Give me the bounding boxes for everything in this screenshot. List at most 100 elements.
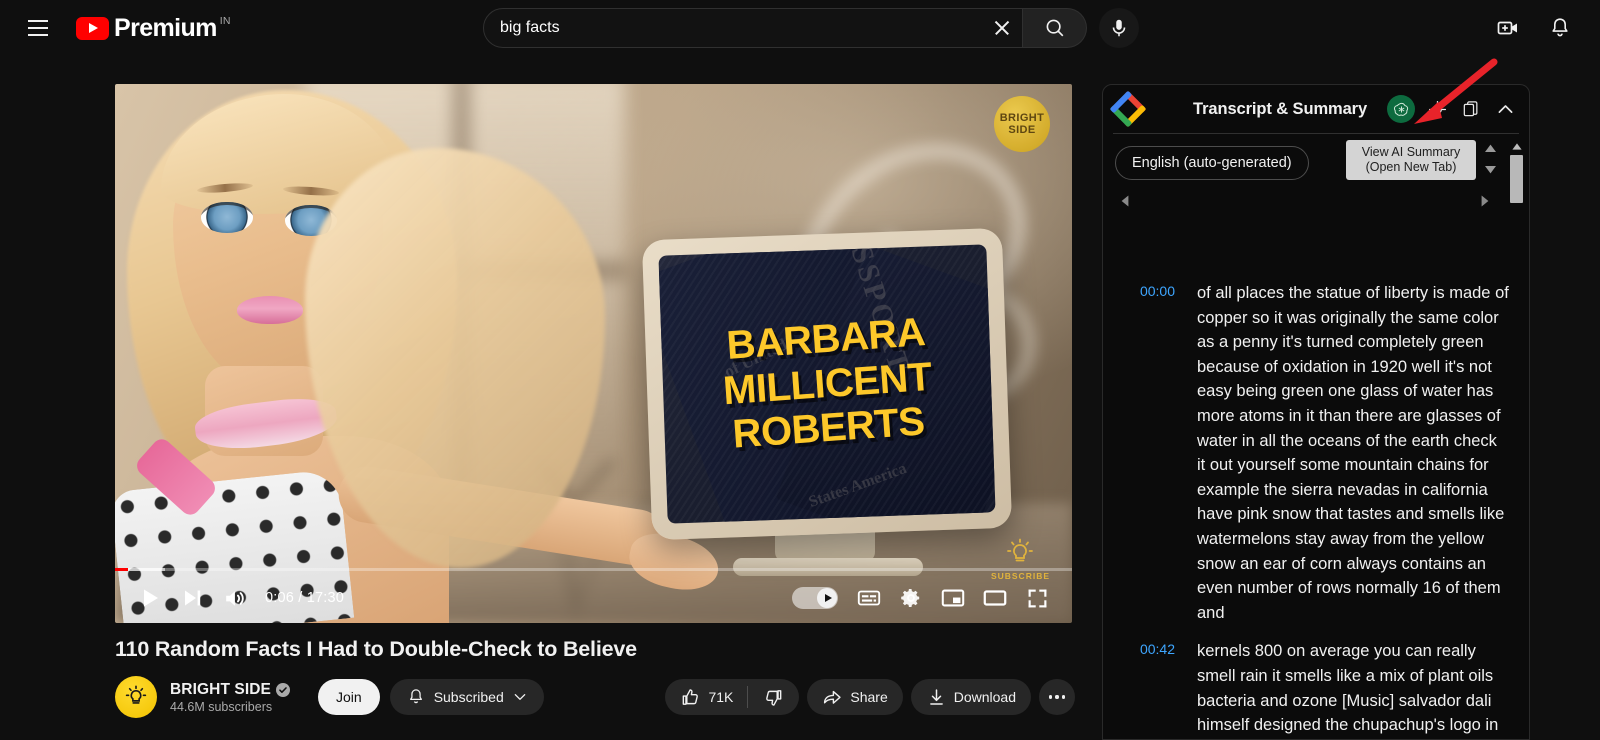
search-icon xyxy=(1046,19,1063,37)
video-player[interactable]: PASSPORT of United States America BARBAR… xyxy=(115,84,1072,623)
video-actions: 71K Share Download xyxy=(665,679,1075,715)
search-input[interactable] xyxy=(500,19,984,37)
openai-logo-glyph xyxy=(1393,102,1408,116)
settings-button[interactable] xyxy=(890,577,932,619)
search-zone xyxy=(483,8,1139,48)
download-icon xyxy=(929,688,943,705)
scroll-left-arrow[interactable] xyxy=(1121,195,1129,207)
horizontal-scroll-row xyxy=(1115,192,1517,212)
more-horizontal-icon xyxy=(1048,695,1053,699)
lightbulb-icon xyxy=(1007,538,1034,562)
title-card-text: BARBARA MILLICENT ROBERTS xyxy=(658,244,995,523)
panel-header: Transcript & Summary xyxy=(1103,85,1529,133)
logo-country-code: IN xyxy=(219,14,231,27)
logo-text: Premium xyxy=(114,13,217,42)
verified-badge-icon xyxy=(276,682,290,697)
voice-search-button[interactable] xyxy=(1099,8,1139,48)
more-actions-button[interactable] xyxy=(1039,679,1075,715)
time-display: 0:06 / 17:30 xyxy=(265,590,344,606)
volume-button[interactable] xyxy=(213,577,255,619)
chevron-up-icon[interactable] xyxy=(1493,97,1517,121)
transcript-segment[interactable]: 00:42 kernels 800 on average you can rea… xyxy=(1117,639,1513,739)
search-button[interactable] xyxy=(1023,8,1087,48)
microphone-icon xyxy=(1112,19,1126,37)
share-button[interactable]: Share xyxy=(807,679,903,715)
create-video-icon xyxy=(1497,21,1517,35)
colored-diamond-logo xyxy=(1109,90,1147,128)
copy-icon[interactable] xyxy=(1459,97,1483,121)
channel-watermark[interactable]: BRIGHT SIDE xyxy=(994,96,1050,152)
progress-bar[interactable] xyxy=(115,568,1072,571)
scroll-up-arrow[interactable] xyxy=(1484,144,1497,153)
panel-header-icons xyxy=(1387,95,1517,123)
scroll-up-arrow[interactable] xyxy=(1512,143,1522,150)
hamburger-menu-icon[interactable] xyxy=(18,8,58,48)
subscriber-count: 44.6M subscribers xyxy=(170,699,273,714)
subtitles-button[interactable] xyxy=(848,577,890,619)
bell-icon xyxy=(409,689,422,704)
openai-chatgpt-icon[interactable] xyxy=(1387,95,1415,123)
bell-icon xyxy=(1552,18,1568,37)
subscribed-button[interactable]: Subscribed xyxy=(389,679,544,715)
crosshair-target-icon[interactable] xyxy=(1425,97,1449,121)
watermark-line-2: SIDE xyxy=(1008,124,1036,136)
volume-icon xyxy=(225,590,244,606)
transcript-text[interactable]: of all places the statue of liberty is m… xyxy=(1197,281,1509,625)
like-count: 71K xyxy=(708,689,734,705)
theater-mode-icon xyxy=(983,590,1007,606)
next-video-button[interactable] xyxy=(171,577,213,619)
channel-name[interactable]: BRIGHT SIDE xyxy=(170,681,271,699)
subtitles-icon xyxy=(857,590,881,606)
watermark-line-1: BRIGHT xyxy=(999,112,1045,124)
page-title: 110 Random Facts I Had to Double-Check t… xyxy=(115,637,637,661)
transcript-text[interactable]: kernels 800 on average you can really sm… xyxy=(1197,639,1509,739)
youtube-play-icon xyxy=(76,16,109,40)
play-button[interactable] xyxy=(129,577,171,619)
spinner-arrows xyxy=(1484,144,1497,174)
play-icon xyxy=(144,589,158,607)
tv-screen: PASSPORT of United States America BARBAR… xyxy=(658,244,996,524)
menu-bar xyxy=(28,20,48,22)
more-horizontal-icon xyxy=(1055,695,1059,699)
autoplay-toggle[interactable] xyxy=(792,587,838,609)
tooltip-view-ai-summary: View AI Summary (Open New Tab) xyxy=(1346,140,1476,180)
scroll-down-arrow[interactable] xyxy=(1484,165,1497,174)
panel-title: Transcript & Summary xyxy=(1193,99,1368,118)
scroll-right-arrow[interactable] xyxy=(1481,195,1489,207)
dislike-button[interactable] xyxy=(748,679,799,715)
player-controls: 0:06 / 17:30 xyxy=(115,573,1072,623)
share-arrow-icon xyxy=(824,690,842,704)
fullscreen-icon xyxy=(1028,589,1046,607)
video-meta-row: BRIGHT SIDE 44.6M subscribers Join Subsc… xyxy=(115,676,1075,718)
youtube-premium-logo[interactable]: Premium IN xyxy=(76,14,231,43)
theater-mode-button[interactable] xyxy=(974,577,1016,619)
thumbs-up-icon xyxy=(683,688,699,705)
more-horizontal-icon xyxy=(1061,695,1066,699)
player-controls-right xyxy=(782,577,1058,619)
transcript-segment[interactable]: 00:00 of all places the statue of libert… xyxy=(1117,281,1513,625)
tv-title-card: PASSPORT of United States America BARBAR… xyxy=(641,227,1013,541)
download-button[interactable]: Download xyxy=(910,679,1031,715)
transcript-list[interactable]: 00:00 of all places the statue of libert… xyxy=(1103,281,1513,739)
next-video-icon xyxy=(185,590,201,606)
close-icon[interactable] xyxy=(984,10,1020,46)
masthead: Premium IN xyxy=(0,0,1600,56)
thumbs-down-icon xyxy=(766,689,782,706)
join-button[interactable]: Join xyxy=(318,679,380,715)
search-box[interactable] xyxy=(483,8,1023,48)
like-dislike-group: 71K xyxy=(665,679,800,715)
avatar[interactable] xyxy=(115,676,157,718)
notifications-button[interactable] xyxy=(1540,8,1580,48)
like-button[interactable]: 71K xyxy=(665,679,747,715)
download-label: Download xyxy=(953,689,1016,705)
barbie-doll-subject xyxy=(115,84,724,623)
fullscreen-button[interactable] xyxy=(1016,577,1058,619)
language-selector[interactable]: English (auto-generated) xyxy=(1115,146,1309,180)
video-frame: PASSPORT of United States America BARBAR… xyxy=(115,84,1072,623)
create-button[interactable] xyxy=(1488,8,1528,48)
menu-bar xyxy=(28,27,48,29)
transcript-timestamp[interactable]: 00:42 xyxy=(1117,639,1175,739)
transcript-timestamp[interactable]: 00:00 xyxy=(1117,281,1175,625)
miniplayer-button[interactable] xyxy=(932,577,974,619)
transcript-summary-panel: Transcript & Summary English (auto-gener… xyxy=(1102,84,1530,740)
